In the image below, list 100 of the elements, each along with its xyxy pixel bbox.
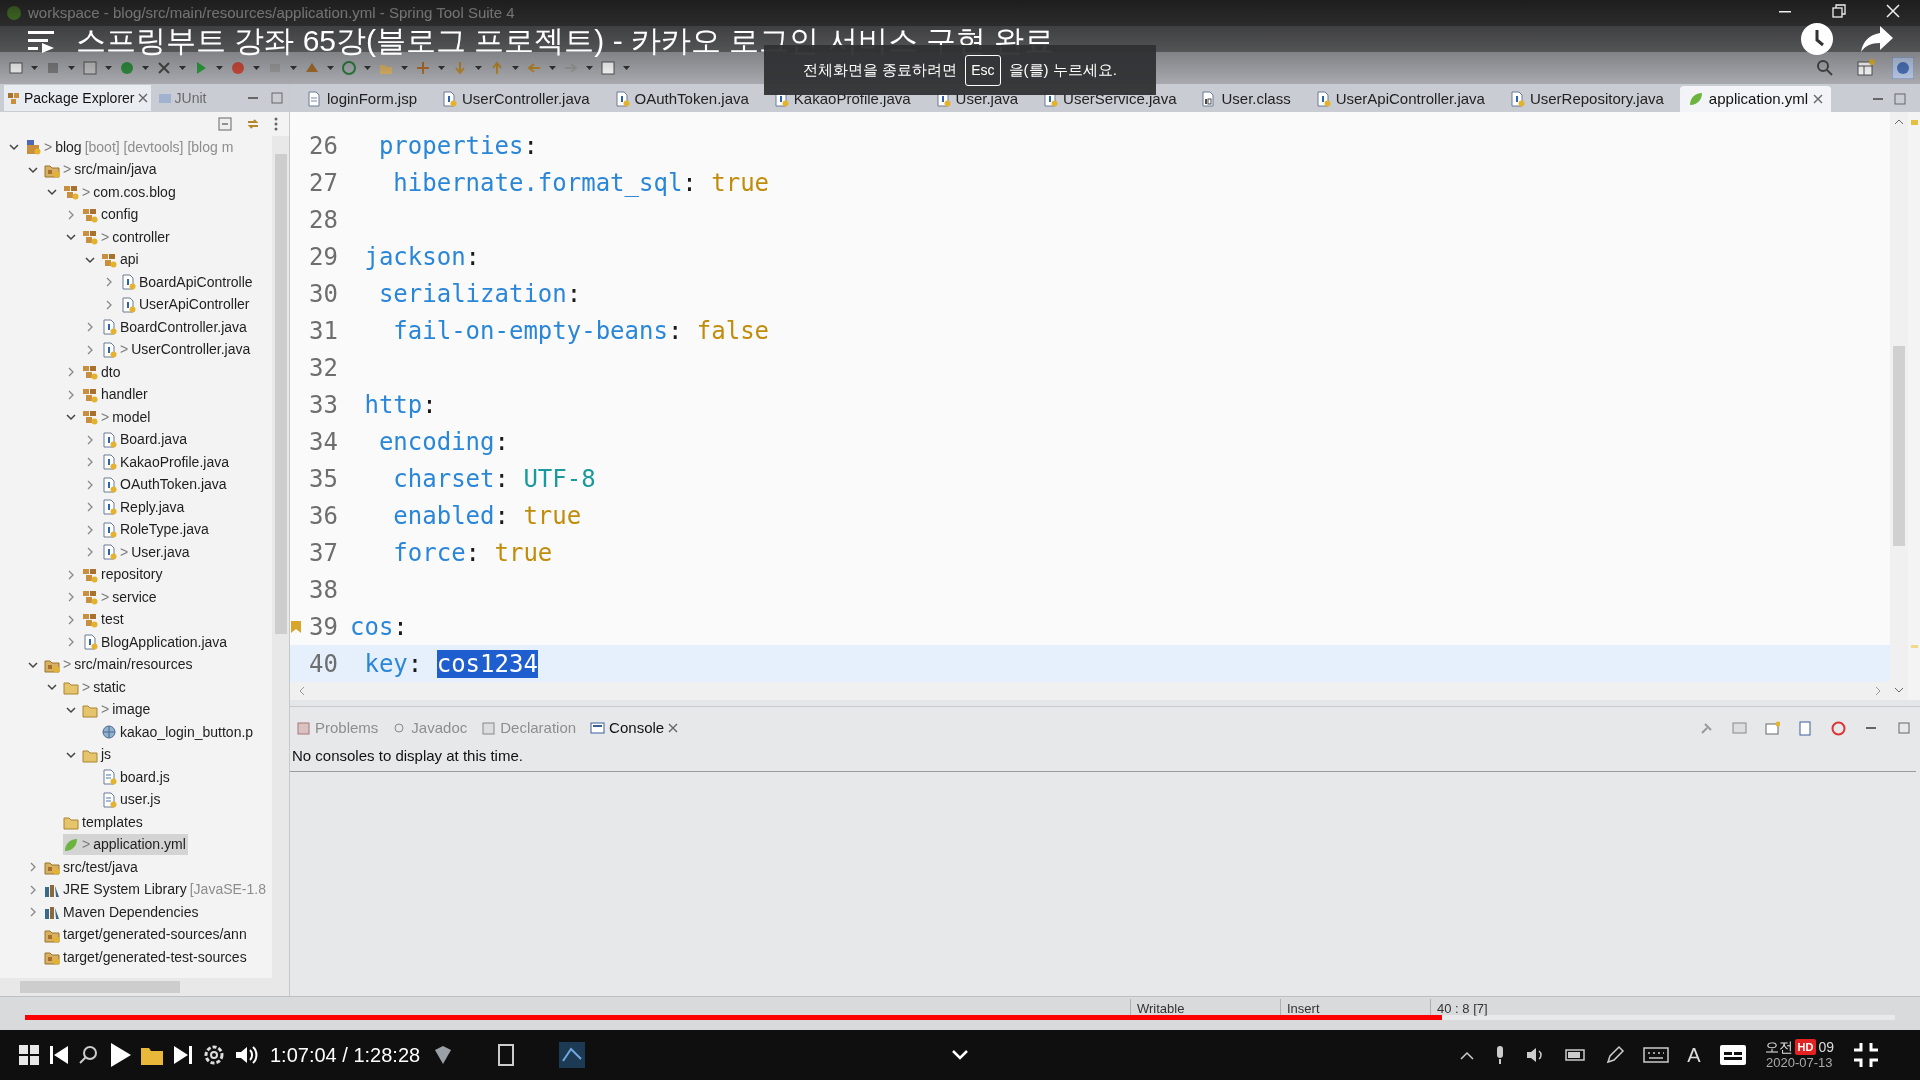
folder-icon [63,814,79,831]
scrollbar[interactable] [272,136,289,978]
subtitles-icon[interactable] [1718,1044,1747,1066]
horizontal-scrollbar[interactable] [290,682,1890,700]
exit-fullscreen-icon[interactable] [1852,1041,1880,1069]
toolbar-icon[interactable] [82,60,98,76]
progress-track[interactable] [25,1015,1895,1020]
tree-item[interactable]: > controller [82,226,172,248]
line-number: 26 [308,130,338,162]
pen-icon[interactable] [1605,1045,1626,1065]
panel-tab[interactable]: Console [588,715,681,741]
tree-item[interactable]: BlogApplication.java [82,631,230,653]
collapse-all-icon[interactable] [217,116,233,132]
tree-item[interactable]: src/test/java [44,856,140,878]
restore-icon[interactable] [1832,4,1846,18]
toolbar-icon[interactable] [8,60,24,76]
spring-perspective-icon[interactable] [1892,57,1914,79]
editor-tab[interactable]: UserController.java [433,86,598,112]
toolbar-icon[interactable] [230,60,246,76]
toolbar-icon[interactable] [341,60,357,76]
toolbar-icon[interactable] [156,60,172,76]
keyboard-icon[interactable] [1643,1047,1670,1063]
tree-item[interactable]: Board.java [101,429,189,451]
tree-item[interactable]: > model [82,406,153,428]
tree-item[interactable]: BoardController.java [101,316,249,338]
close-icon[interactable] [1886,4,1900,18]
tree-item[interactable]: repository [82,564,165,586]
scroll-thumb[interactable] [20,981,180,993]
pin-icon[interactable] [1699,720,1714,736]
tree-item[interactable]: RoleType.java [101,519,211,541]
view-tab[interactable]: JUnit [154,85,210,111]
open-console-icon[interactable] [1798,720,1813,736]
tree-item[interactable]: api [101,249,141,271]
tree-item[interactable]: templates [63,811,145,833]
previous-icon[interactable] [48,1044,70,1066]
tree-item[interactable]: > UserController.java [101,339,253,361]
tree-item[interactable]: kakao_login_button.p [101,721,256,743]
tree-item[interactable]: > src/main/resources [44,654,195,676]
tree-item[interactable]: > application.yml [63,834,188,856]
tree-item[interactable]: OAuthToken.java [101,474,229,496]
tree-item[interactable]: test [82,609,126,631]
tree-item[interactable]: > User.java [101,541,192,563]
console-icon [590,721,606,735]
editor-tab[interactable]: loginForm.jsp [298,86,426,112]
tree-item[interactable]: config [82,204,141,226]
maximize-icon[interactable] [271,92,283,104]
tree-item[interactable]: user.js [101,789,163,811]
next-icon[interactable] [172,1044,194,1066]
settings-icon[interactable] [202,1043,226,1067]
tree-item[interactable]: > blog [boot] [devtools] [blog m [25,136,236,158]
tree-item[interactable]: BoardApiControlle [120,271,255,293]
toolbar-icon[interactable] [600,60,616,76]
tree-item[interactable]: dto [82,361,123,383]
editor-tab[interactable]: UserApiController.java [1306,86,1493,112]
tree-item[interactable]: JRE System Library [JavaSE-1.8 [44,879,268,901]
tree-item[interactable]: > image [82,699,153,721]
tree-item[interactable]: js [82,744,114,766]
scroll-down-icon[interactable] [1894,686,1904,694]
tree-item[interactable]: > com.cos.blog [63,181,178,203]
tree-item[interactable]: target/generated-sources/ann [44,924,249,946]
input-indicator[interactable]: A [1687,1040,1701,1070]
clock-icon[interactable] [1800,22,1834,56]
scroll-right-icon[interactable] [1874,686,1882,696]
tree-item[interactable]: > src/main/java [44,159,159,181]
share-icon[interactable] [1860,24,1894,54]
view-tab[interactable]: Package Explorer [4,85,151,111]
tree-item[interactable]: handler [82,384,150,406]
tree-item[interactable]: UserApiController [120,294,252,316]
tree-item[interactable]: > static [63,676,128,698]
editor-tab[interactable]: UserRepository.java [1500,86,1672,112]
tree-item[interactable]: KakaoProfile.java [101,451,231,473]
package-icon [82,386,98,403]
editor-tab[interactable]: application.yml [1679,86,1832,112]
spring-console-icon[interactable] [1831,720,1846,736]
tree-item[interactable]: > service [82,586,159,608]
maximize-icon[interactable] [1894,93,1906,105]
perspective-icon[interactable] [1857,59,1875,77]
new-console-icon[interactable] [1765,720,1780,736]
play-icon[interactable] [108,1042,132,1068]
editor-tab[interactable]: OAuthToken.java [605,86,757,112]
scroll-left-icon[interactable] [298,686,306,696]
scroll-thumb[interactable] [274,154,287,634]
tree-item[interactable]: Maven Dependencies [44,901,201,923]
tree-item[interactable]: board.js [101,766,172,788]
editor-tab[interactable]: User.class [1192,86,1299,112]
notebook-icon[interactable] [496,1043,517,1067]
app-window-icon[interactable] [558,1041,587,1069]
scrollbar[interactable] [1890,112,1908,700]
windows-start-icon[interactable] [18,1044,40,1066]
scroll-up-icon[interactable] [1894,118,1904,126]
package-icon [82,206,98,223]
volume-icon[interactable] [234,1044,258,1066]
view-menu-icon[interactable] [273,116,279,132]
horizontal-scrollbar[interactable] [0,978,289,996]
scroll-thumb[interactable] [1893,346,1905,546]
search-icon[interactable] [78,1044,100,1066]
battery-icon[interactable] [1565,1048,1588,1062]
tree-item[interactable]: Reply.java [101,496,187,518]
tree-item[interactable]: target/generated-test-sources [44,946,249,968]
chevron-up-icon[interactable] [1459,1049,1476,1061]
